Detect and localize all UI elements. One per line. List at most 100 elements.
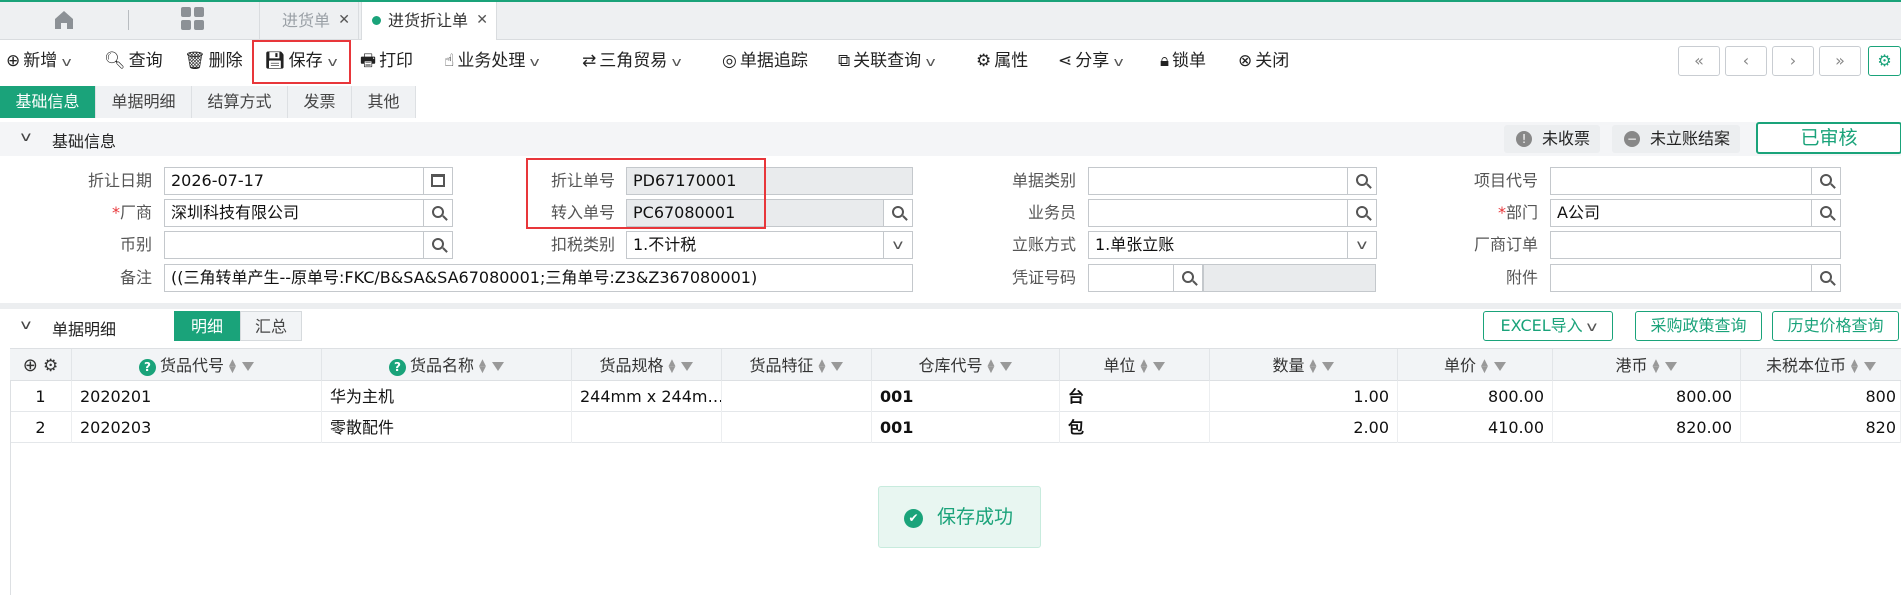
cell-price[interactable]: 410.00 — [1398, 412, 1553, 443]
cell-feature[interactable] — [722, 412, 872, 443]
project-input[interactable] — [1550, 167, 1812, 195]
share-icon: ⋖ — [1058, 51, 1073, 71]
cell-name[interactable]: 华为主机 — [322, 381, 572, 412]
tab-doc-detail[interactable]: 单据明细 — [96, 86, 192, 118]
first-record-button[interactable]: « — [1678, 46, 1720, 76]
save-button[interactable]: 💾︎ 保存 v — [264, 46, 337, 76]
cell-code[interactable]: 2020201 — [72, 381, 322, 412]
date-input[interactable]: 2026-07-17 — [164, 167, 424, 195]
cell-feature[interactable] — [722, 381, 872, 412]
excel-import-button[interactable]: EXCEL导入 v — [1483, 311, 1613, 341]
cell-warehouse[interactable]: 001 — [872, 381, 1060, 412]
search-icon[interactable] — [1173, 264, 1203, 292]
col-header-base[interactable]: 未税本位币 ▲ ▼ — [1741, 349, 1901, 382]
voucher-input[interactable] — [1088, 264, 1174, 292]
search-icon[interactable] — [423, 199, 453, 227]
attributes-button[interactable]: ⚙ 属性 — [976, 46, 1028, 76]
close-button[interactable]: ⊗ 关闭 — [1238, 46, 1289, 76]
close-icon[interactable]: ✕ — [338, 2, 350, 39]
tab-invoice[interactable]: 发票 — [288, 86, 352, 118]
triangle-trade-button[interactable]: ⇄ 三角贸易 v — [582, 46, 682, 76]
cell-base[interactable]: 820 — [1741, 412, 1901, 443]
gear-icon[interactable]: ⚙ — [43, 356, 58, 376]
print-button[interactable]: 🖶︎ 打印 — [360, 46, 413, 76]
tab-purchase-order[interactable]: 进货单 ✕ — [259, 2, 359, 39]
cell-price[interactable]: 800.00 — [1398, 381, 1553, 412]
settings-gear-icon[interactable]: ⚙ — [1868, 46, 1901, 76]
search-icon[interactable] — [1347, 199, 1377, 227]
share-button[interactable]: ⋖ 分享 v — [1058, 46, 1124, 76]
chevron-down-icon[interactable]: v — [1347, 231, 1377, 259]
cell-warehouse[interactable]: 001 — [872, 412, 1060, 443]
related-query-button[interactable]: ⧉ 关联查询 v — [838, 46, 936, 76]
dept-input[interactable]: A公司 — [1550, 199, 1812, 227]
tab-detail[interactable]: 明细 — [174, 311, 240, 341]
remark-input[interactable]: ((三角转单产生--原单号:FKC/B&SA&SA67080001;三角单号:Z… — [164, 264, 913, 292]
cell-code[interactable]: 2020203 — [72, 412, 322, 443]
col-header-hkd[interactable]: 港币 ▲ ▼ — [1553, 349, 1741, 382]
currency-input[interactable] — [164, 231, 424, 259]
add-row-icon[interactable]: ⊕ — [23, 355, 38, 376]
alert-icon: ! — [1516, 131, 1532, 147]
col-header-name[interactable]: ? 货品名称 ▲ ▼ — [322, 349, 572, 382]
doc-trace-button[interactable]: ◎ 单据追踪 — [722, 46, 808, 76]
cell-unit[interactable]: 台 — [1060, 381, 1210, 412]
close-icon[interactable]: ✕ — [476, 2, 488, 39]
calendar-icon[interactable] — [423, 167, 453, 195]
tab-basic-info[interactable]: 基础信息 — [0, 86, 96, 118]
collapse-chevron-icon[interactable]: v — [20, 318, 31, 333]
cell-spec[interactable]: 244mm x 244m… — [572, 381, 722, 412]
next-record-button[interactable]: › — [1772, 46, 1814, 76]
col-header-code[interactable]: ? 货品代号 ▲ ▼ — [72, 349, 322, 382]
last-record-button[interactable]: » — [1819, 46, 1861, 76]
search-icon[interactable] — [1811, 199, 1841, 227]
search-icon[interactable] — [423, 231, 453, 259]
col-header-unit[interactable]: 单位 ▲ ▼ — [1060, 349, 1210, 382]
table-row[interactable]: 1 2020201 华为主机 244mm x 244m… 001 台 1.00 … — [10, 381, 1901, 412]
search-icon[interactable] — [1811, 264, 1841, 292]
cell-hkd[interactable]: 800.00 — [1553, 381, 1741, 412]
tab-summary[interactable]: 汇总 — [240, 311, 302, 341]
table-row[interactable]: 2 2020203 零散配件 001 包 2.00 410.00 820.00 … — [10, 412, 1901, 443]
tab-other[interactable]: 其他 — [352, 86, 416, 118]
col-header-spec[interactable]: 货品规格 ▲ ▼ — [572, 349, 722, 382]
cell-qty[interactable]: 2.00 — [1210, 412, 1398, 443]
tab-settlement[interactable]: 结算方式 — [192, 86, 288, 118]
cell-name[interactable]: 零散配件 — [322, 412, 572, 443]
vendor-label: *厂商 — [111, 203, 152, 222]
chevron-down-icon[interactable]: v — [883, 231, 913, 259]
home-icon[interactable] — [52, 8, 76, 32]
col-header-qty[interactable]: 数量 ▲ ▼ — [1210, 349, 1398, 382]
filter-icon — [1863, 362, 1876, 371]
cell-base[interactable]: 800 — [1741, 381, 1901, 412]
col-header-price[interactable]: 单价 ▲ ▼ — [1398, 349, 1553, 382]
tab-purchase-discount[interactable]: 进货折让单 ✕ — [361, 2, 497, 40]
tax-type-select[interactable]: 1.不计税 — [626, 231, 884, 259]
doc-type-input[interactable] — [1088, 167, 1348, 195]
new-button[interactable]: ⊕ 新增 v — [6, 46, 72, 76]
lock-button[interactable]: 🔒︎ 锁单 — [1160, 46, 1206, 76]
business-process-button[interactable]: ☝︎ 业务处理 v — [444, 46, 540, 76]
search-icon[interactable] — [883, 199, 913, 227]
query-button[interactable]: 🔍︎ 查询 — [104, 46, 163, 76]
apps-grid-icon[interactable] — [181, 7, 205, 31]
cell-unit[interactable]: 包 — [1060, 412, 1210, 443]
attachment-input[interactable] — [1550, 264, 1812, 292]
prev-record-button[interactable]: ‹ — [1725, 46, 1767, 76]
cell-spec[interactable] — [572, 412, 722, 443]
col-header-feature[interactable]: 货品特征 ▲ ▼ — [722, 349, 872, 382]
col-header-warehouse[interactable]: 仓库代号 ▲ ▼ — [872, 349, 1060, 382]
tab-label: 进货单 — [282, 11, 331, 30]
vendor-order-input[interactable] — [1550, 231, 1841, 259]
vendor-input[interactable]: 深圳科技有限公司 — [164, 199, 424, 227]
search-icon[interactable] — [1811, 167, 1841, 195]
search-icon[interactable] — [1347, 167, 1377, 195]
purchase-policy-button[interactable]: 采购政策查询 — [1635, 311, 1762, 341]
account-method-select[interactable]: 1.单张立账 — [1088, 231, 1348, 259]
collapse-chevron-icon[interactable]: v — [20, 130, 31, 145]
delete-button[interactable]: 🗑︎ 删除 — [184, 46, 243, 76]
staff-input[interactable] — [1088, 199, 1348, 227]
cell-hkd[interactable]: 820.00 — [1553, 412, 1741, 443]
history-price-button[interactable]: 历史价格查询 — [1772, 311, 1899, 341]
cell-qty[interactable]: 1.00 — [1210, 381, 1398, 412]
